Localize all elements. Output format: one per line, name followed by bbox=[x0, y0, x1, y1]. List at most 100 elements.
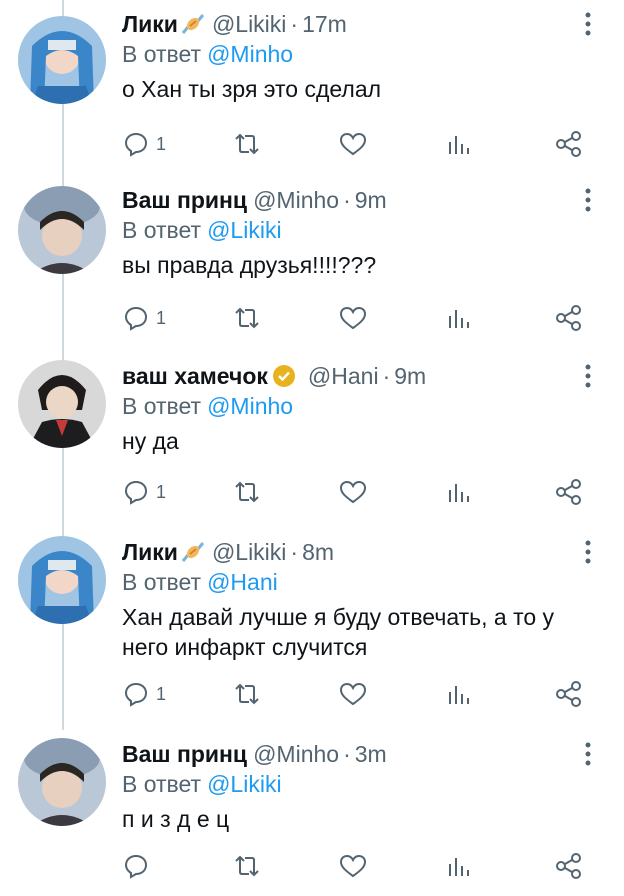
reply-button[interactable]: 1 bbox=[122, 128, 166, 160]
retweet-button[interactable] bbox=[232, 678, 262, 710]
mention-link[interactable]: @Likiki bbox=[207, 771, 281, 797]
more-options-icon[interactable] bbox=[576, 362, 600, 392]
reply-button[interactable]: 1 bbox=[122, 302, 166, 334]
retweet-icon bbox=[235, 683, 259, 705]
handle[interactable]: @Hani bbox=[308, 363, 379, 389]
separator: · bbox=[290, 539, 299, 565]
like-button[interactable] bbox=[338, 678, 368, 710]
reply-button[interactable] bbox=[122, 850, 156, 882]
more-options-icon[interactable] bbox=[576, 538, 600, 568]
handle[interactable]: @Minho bbox=[253, 741, 339, 767]
separator: · bbox=[290, 11, 299, 37]
mention-link[interactable]: @Likiki bbox=[207, 217, 281, 243]
action-bar: 1 bbox=[122, 476, 592, 508]
display-name[interactable]: Лики bbox=[122, 11, 178, 37]
avatar[interactable] bbox=[18, 738, 106, 826]
reply-icon bbox=[124, 480, 148, 505]
reply-count: 1 bbox=[156, 683, 167, 704]
avatar[interactable] bbox=[18, 536, 106, 624]
display-name[interactable]: ваш хамечок bbox=[122, 363, 268, 389]
tweet[interactable]: Ваш принц @Minho · 3m В ответ @Likiki п и з … bbox=[0, 738, 624, 896]
analytics-icon bbox=[449, 686, 469, 704]
action-bar bbox=[122, 850, 592, 882]
separator: · bbox=[382, 363, 391, 389]
retweet-button[interactable] bbox=[232, 128, 262, 160]
mention-link[interactable]: @Minho bbox=[207, 41, 293, 67]
tweet[interactable]: Лики @Likiki · 8m В ответ @Hani Хан давай лу… bbox=[0, 536, 624, 732]
heart-icon bbox=[339, 682, 367, 706]
tweet-header: Ваш принц @Minho · 9m bbox=[122, 184, 387, 216]
tweet[interactable]: Лики @Likiki · 17m В ответ @Minho о Хан ты з… bbox=[0, 8, 624, 180]
timestamp[interactable]: 3m bbox=[355, 741, 387, 767]
display-name[interactable]: Ваш принц bbox=[122, 187, 247, 213]
tweet-header: Ваш принц @Minho · 3m bbox=[122, 738, 387, 770]
handle[interactable]: @Minho bbox=[253, 187, 339, 213]
handle[interactable]: @Likiki bbox=[212, 539, 286, 565]
reply-icon bbox=[124, 682, 148, 707]
display-name[interactable]: Лики bbox=[122, 539, 178, 565]
analytics-button[interactable] bbox=[446, 850, 472, 882]
share-button[interactable] bbox=[554, 302, 584, 334]
separator: · bbox=[343, 187, 351, 213]
tweet-text: о Хан ты зря это сделал bbox=[122, 76, 382, 102]
tweet-text: п и з д е ц bbox=[122, 806, 230, 832]
like-button[interactable] bbox=[338, 302, 368, 334]
reply-prefix: В ответ bbox=[122, 771, 202, 797]
more-options-icon[interactable] bbox=[576, 186, 600, 216]
share-icon bbox=[556, 131, 581, 157]
reply-button[interactable]: 1 bbox=[122, 678, 166, 710]
retweet-button[interactable] bbox=[232, 850, 262, 882]
retweet-icon bbox=[235, 307, 259, 329]
retweet-icon bbox=[235, 133, 259, 155]
analytics-button[interactable] bbox=[446, 128, 472, 160]
heart-icon bbox=[339, 132, 367, 156]
action-bar: 1 bbox=[122, 302, 592, 334]
share-button[interactable] bbox=[554, 678, 584, 710]
reply-context: В ответ @Minho bbox=[122, 390, 293, 422]
reply-button[interactable]: 1 bbox=[122, 476, 166, 508]
timestamp[interactable]: 8m bbox=[302, 539, 334, 565]
avatar[interactable] bbox=[18, 16, 106, 104]
retweet-icon bbox=[235, 855, 259, 877]
handle[interactable]: @Likiki bbox=[212, 11, 286, 37]
avatar[interactable] bbox=[18, 360, 106, 448]
timestamp[interactable]: 9m bbox=[394, 363, 426, 389]
tweet-text: вы правда друзья!!!!??? bbox=[122, 252, 377, 278]
tweet-header: ваш хамечок @Hani · 9m bbox=[122, 360, 426, 392]
heart-icon bbox=[339, 306, 367, 330]
analytics-icon bbox=[449, 858, 469, 876]
reply-count: 1 bbox=[156, 307, 167, 328]
timestamp[interactable]: 17m bbox=[302, 11, 347, 37]
like-button[interactable] bbox=[338, 128, 368, 160]
like-button[interactable] bbox=[338, 476, 368, 508]
mention-link[interactable]: @Hani bbox=[207, 569, 278, 595]
share-icon bbox=[556, 681, 581, 707]
tweet[interactable]: ваш хамечок @Hani · 9m В ответ @Minho ну да … bbox=[0, 360, 624, 532]
analytics-button[interactable] bbox=[446, 302, 472, 334]
mention-link[interactable]: @Minho bbox=[207, 393, 293, 419]
reply-prefix: В ответ bbox=[122, 217, 202, 243]
analytics-button[interactable] bbox=[446, 476, 472, 508]
tweet-text: Хан давай лучше я буду отвечать, а то у … bbox=[122, 604, 555, 660]
tweet-header: Лики @Likiki · 8m bbox=[122, 536, 334, 568]
share-button[interactable] bbox=[554, 850, 584, 882]
share-button[interactable] bbox=[554, 476, 584, 508]
avatar[interactable] bbox=[18, 186, 106, 274]
reply-icon bbox=[124, 306, 148, 331]
heart-icon bbox=[339, 480, 367, 504]
analytics-icon bbox=[449, 310, 469, 328]
heart-icon bbox=[339, 854, 367, 878]
retweet-button[interactable] bbox=[232, 302, 262, 334]
tweet[interactable]: Ваш принц @Minho · 9m В ответ @Likiki вы пра… bbox=[0, 184, 624, 356]
more-options-icon[interactable] bbox=[576, 10, 600, 40]
retweet-button[interactable] bbox=[232, 476, 262, 508]
more-options-icon[interactable] bbox=[576, 740, 600, 770]
analytics-icon bbox=[449, 136, 469, 154]
analytics-button[interactable] bbox=[446, 678, 472, 710]
share-button[interactable] bbox=[554, 128, 584, 160]
timestamp[interactable]: 9m bbox=[355, 187, 387, 213]
tweet-header: Лики @Likiki · 17m bbox=[122, 8, 347, 40]
like-button[interactable] bbox=[338, 850, 368, 882]
separator: · bbox=[343, 741, 351, 767]
display-name[interactable]: Ваш принц bbox=[122, 741, 247, 767]
